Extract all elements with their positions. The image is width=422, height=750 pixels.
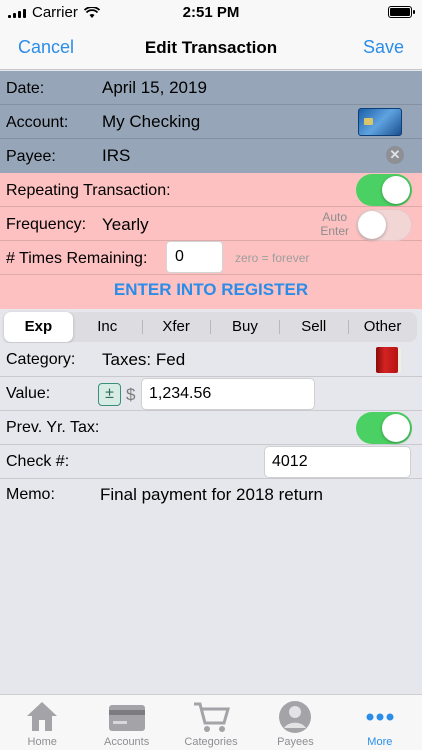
repeating-row: Repeating Transaction: <box>0 173 422 207</box>
transaction-type-bar: Exp Inc Xfer Buy Sell Other <box>0 309 422 343</box>
card-icon <box>108 705 145 731</box>
value-label: Value: <box>6 385 51 402</box>
account-value[interactable]: My Checking <box>102 112 200 132</box>
payee-label: Payee: <box>6 148 56 165</box>
prev-year-tax-toggle[interactable] <box>356 412 412 444</box>
frequency-value[interactable]: Yearly <box>102 215 149 235</box>
date-label: Date: <box>6 80 45 97</box>
value-row: Value: ± $ 1,234.56 <box>0 377 422 411</box>
memo-value[interactable]: Final payment for 2018 return <box>100 485 323 505</box>
auto-enter-toggle[interactable] <box>356 209 412 241</box>
clear-icon[interactable]: ✕ <box>386 146 404 164</box>
book-icon[interactable] <box>376 347 401 373</box>
payee-value[interactable]: IRS <box>102 146 130 166</box>
check-number-row: Check #: 4012 <box>0 445 422 479</box>
prev-year-tax-row: Prev. Yr. Tax: <box>0 411 422 445</box>
repeating-section: Repeating Transaction: Frequency: Yearly… <box>0 173 422 309</box>
navigation-bar: Cancel Edit Transaction Save <box>0 26 422 70</box>
account-row[interactable]: Account: My Checking <box>0 105 422 139</box>
value-input[interactable]: 1,234.56 <box>141 378 315 410</box>
segment-other[interactable]: Other <box>348 312 417 342</box>
auto-enter-label: Auto Enter <box>320 210 349 238</box>
repeating-toggle[interactable] <box>356 174 412 206</box>
transaction-type-segmented-control: Exp Inc Xfer Buy Sell Other <box>4 312 417 342</box>
tab-accounts[interactable]: Accounts <box>84 695 168 750</box>
house-icon <box>27 702 58 731</box>
date-value[interactable]: April 15, 2019 <box>102 78 207 98</box>
segment-exp[interactable]: Exp <box>4 312 73 342</box>
memo-row[interactable]: Memo: Final payment for 2018 return <box>0 479 422 511</box>
cart-icon <box>194 702 231 732</box>
frequency-label: Frequency: <box>6 216 87 233</box>
times-remaining-hint: zero = forever <box>235 251 310 265</box>
tab-payees[interactable]: Payees <box>253 695 337 750</box>
category-row[interactable]: Category: Taxes: Fed <box>0 343 422 377</box>
enter-into-register-button[interactable]: ENTER INTO REGISTER <box>0 280 422 300</box>
tab-bar: Home Accounts Categories Payees More <box>0 694 422 750</box>
credit-card-icon[interactable] <box>358 108 402 136</box>
category-label: Category: <box>6 351 76 368</box>
payee-row[interactable]: Payee: IRS ✕ <box>0 139 422 173</box>
check-number-label: Check #: <box>6 453 70 470</box>
repeating-label: Repeating Transaction: <box>6 182 171 199</box>
tab-more[interactable]: More <box>338 695 422 750</box>
status-time: 2:51 PM <box>182 4 240 21</box>
currency-symbol: $ <box>126 385 136 404</box>
transaction-details-section: Category: Taxes: Fed Value: ± $ 1,234.56… <box>0 343 422 511</box>
tab-home[interactable]: Home <box>0 695 84 750</box>
account-label: Account: <box>6 114 69 131</box>
transaction-header-section: Date: April 15, 2019 Account: My Checkin… <box>0 71 422 173</box>
check-number-input[interactable]: 4012 <box>264 446 411 478</box>
segment-inc[interactable]: Inc <box>73 312 142 342</box>
save-button[interactable]: Save <box>363 37 404 58</box>
battery-icon <box>388 6 415 18</box>
tab-categories[interactable]: Categories <box>169 695 253 750</box>
plus-minus-button[interactable]: ± <box>98 383 121 406</box>
page-title: Edit Transaction <box>144 38 278 57</box>
date-row[interactable]: Date: April 15, 2019 <box>0 71 422 105</box>
category-value[interactable]: Taxes: Fed <box>102 350 185 370</box>
prev-year-tax-label: Prev. Yr. Tax: <box>6 419 100 436</box>
more-icon <box>366 713 394 721</box>
segment-sell[interactable]: Sell <box>279 312 348 342</box>
person-icon <box>279 701 312 733</box>
status-bar: Carrier 2:51 PM <box>0 0 422 26</box>
times-remaining-input[interactable]: 0 <box>166 241 223 273</box>
times-remaining-label: # Times Remaining: <box>6 250 148 267</box>
segment-xfer[interactable]: Xfer <box>141 312 211 342</box>
segment-buy[interactable]: Buy <box>210 312 279 342</box>
memo-label: Memo: <box>6 486 55 503</box>
